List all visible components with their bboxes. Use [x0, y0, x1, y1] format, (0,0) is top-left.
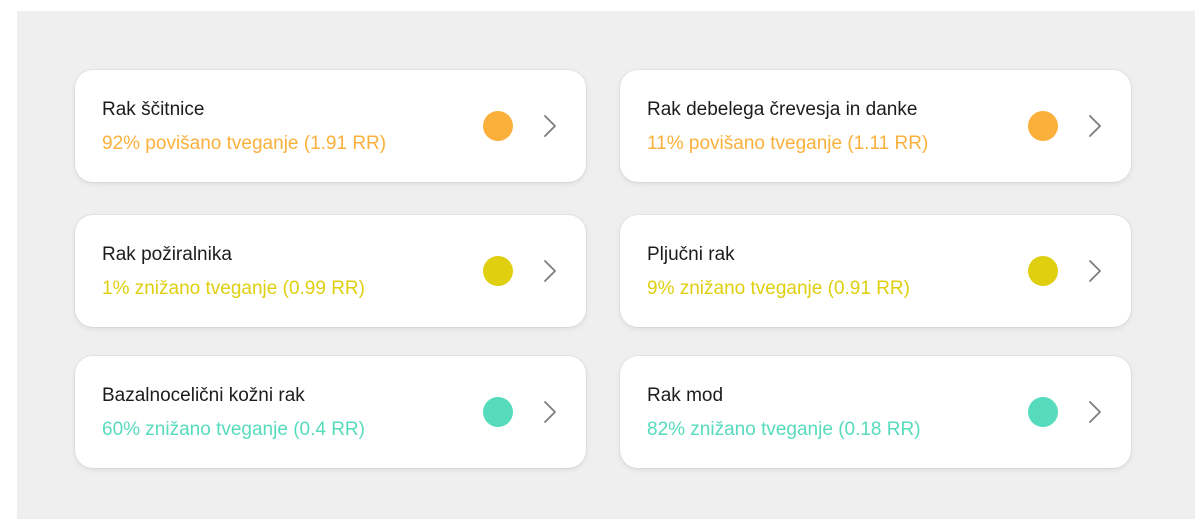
- risk-card-value: 92% povišano tveganje (1.91 RR): [102, 133, 387, 154]
- risk-card-colorectal[interactable]: Rak debelega črevesja in danke 11% poviš…: [620, 70, 1131, 182]
- chevron-right-icon[interactable]: [543, 400, 557, 424]
- risk-level-indicator: [483, 111, 513, 141]
- chevron-right-icon[interactable]: [1088, 400, 1102, 424]
- risk-card-title: Rak mod: [647, 385, 724, 406]
- risk-card-testicular[interactable]: Rak mod 82% znižano tveganje (0.18 RR): [620, 356, 1131, 468]
- risk-level-indicator: [483, 397, 513, 427]
- risk-card-lung[interactable]: Pljučni rak 9% znižano tveganje (0.91 RR…: [620, 215, 1131, 327]
- risk-card-title: Pljučni rak: [647, 244, 735, 265]
- risk-level-indicator: [1028, 397, 1058, 427]
- risk-card-thyroid[interactable]: Rak ščitnice 92% povišano tveganje (1.91…: [75, 70, 586, 182]
- risk-panel: Rak ščitnice 92% povišano tveganje (1.91…: [17, 11, 1195, 519]
- chevron-right-icon[interactable]: [1088, 114, 1102, 138]
- risk-card-value: 11% povišano tveganje (1.11 RR): [647, 133, 929, 154]
- risk-card-title: Rak požiralnika: [102, 244, 232, 265]
- risk-card-title: Rak debelega črevesja in danke: [647, 99, 918, 120]
- risk-level-indicator: [1028, 256, 1058, 286]
- risk-level-indicator: [483, 256, 513, 286]
- risk-card-title: Rak ščitnice: [102, 99, 205, 120]
- risk-level-indicator: [1028, 111, 1058, 141]
- risk-card-value: 82% znižano tveganje (0.18 RR): [647, 419, 921, 440]
- risk-card-title: Bazalnocelični kožni rak: [102, 385, 305, 406]
- chevron-right-icon[interactable]: [543, 259, 557, 283]
- risk-card-value: 9% znižano tveganje (0.91 RR): [647, 278, 910, 299]
- risk-card-value: 60% znižano tveganje (0.4 RR): [102, 419, 365, 440]
- risk-card-basal-cell[interactable]: Bazalnocelični kožni rak 60% znižano tve…: [75, 356, 586, 468]
- risk-card-esophageal[interactable]: Rak požiralnika 1% znižano tveganje (0.9…: [75, 215, 586, 327]
- chevron-right-icon[interactable]: [543, 114, 557, 138]
- chevron-right-icon[interactable]: [1088, 259, 1102, 283]
- risk-card-value: 1% znižano tveganje (0.99 RR): [102, 278, 365, 299]
